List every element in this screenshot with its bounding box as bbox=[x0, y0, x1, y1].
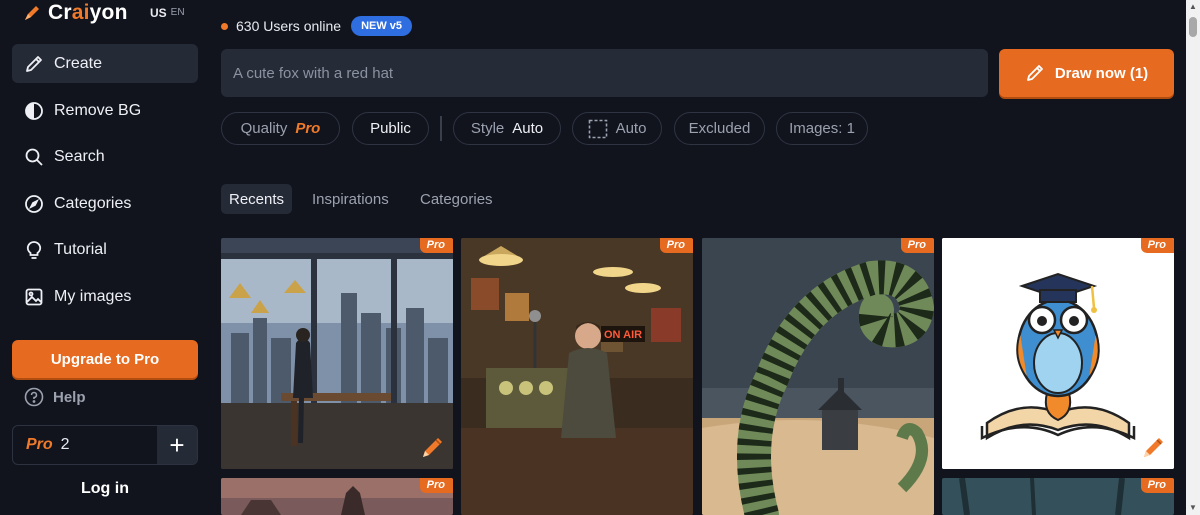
gallery-image-office[interactable]: Pro bbox=[221, 238, 453, 469]
crayon-logo-icon bbox=[25, 6, 39, 20]
images-count-label: Images: 1 bbox=[789, 120, 855, 137]
search-icon bbox=[25, 148, 43, 166]
aspect-ratio-value: Auto bbox=[615, 120, 647, 137]
aspect-ratio-icon bbox=[588, 119, 607, 138]
sidebar-item-label: Create bbox=[54, 54, 103, 72]
sidebar-item-label: Categories bbox=[54, 194, 132, 212]
gallery-image-radio-studio[interactable]: ON AIR Pro bbox=[461, 238, 693, 515]
sidebar-item-categories[interactable]: Categories bbox=[12, 184, 198, 223]
pro-credits-info: Pro 2 bbox=[13, 426, 157, 464]
sidebar-item-label: Search bbox=[54, 147, 105, 165]
logo-text: Craiyon bbox=[48, 1, 128, 24]
quality-option[interactable]: Quality Pro bbox=[221, 112, 340, 145]
sidebar: Craiyon US EN Create Remove BG Search Cat… bbox=[0, 0, 210, 515]
status-bar: 630 Users online NEW v5 bbox=[221, 16, 413, 36]
options-divider bbox=[440, 116, 442, 141]
on-air-sign: ON AIR bbox=[604, 329, 642, 341]
sidebar-item-remove-bg[interactable]: Remove BG bbox=[12, 91, 198, 130]
row2-artwork-4 bbox=[942, 478, 1174, 515]
tab-recents[interactable]: Recents bbox=[221, 184, 293, 214]
page-scrollbar[interactable] bbox=[1186, 0, 1200, 515]
sidebar-item-label: Tutorial bbox=[54, 240, 107, 258]
pro-tag: Pro bbox=[1140, 478, 1174, 493]
pro-label: Pro bbox=[26, 436, 53, 453]
logo[interactable]: Craiyon bbox=[22, 0, 128, 26]
visibility-option[interactable]: Public bbox=[352, 112, 429, 145]
pro-tag: Pro bbox=[659, 238, 693, 253]
edit-pencil-icon[interactable] bbox=[419, 435, 445, 461]
pro-tag: Pro bbox=[419, 478, 453, 493]
gallery-image-tentacle[interactable]: Pro bbox=[702, 238, 934, 515]
sidebar-item-label: Remove BG bbox=[54, 101, 142, 119]
compass-icon bbox=[25, 194, 43, 213]
pro-tag: Pro bbox=[419, 238, 453, 253]
prompt-input[interactable] bbox=[221, 49, 988, 97]
gallery-image-owl[interactable]: Pro bbox=[942, 238, 1174, 469]
add-credits-button[interactable]: + bbox=[157, 426, 197, 464]
gallery-image-row2-1[interactable]: Pro bbox=[221, 478, 453, 515]
quality-value: Pro bbox=[295, 120, 321, 137]
scrollbar-thumb[interactable] bbox=[1189, 17, 1197, 37]
images-count-option[interactable]: Images: 1 bbox=[776, 112, 868, 145]
help-icon bbox=[24, 387, 44, 407]
pro-count: 2 bbox=[60, 436, 70, 453]
locale-switch[interactable]: US EN bbox=[150, 6, 185, 20]
sidebar-item-search[interactable]: Search bbox=[12, 137, 198, 176]
sidebar-item-label: My images bbox=[54, 287, 132, 305]
help-link[interactable]: Help bbox=[24, 387, 86, 407]
gallery-image-row2-4[interactable]: Pro bbox=[942, 478, 1174, 515]
pencil-icon bbox=[1026, 65, 1043, 81]
upgrade-to-pro-button[interactable]: Upgrade to Pro bbox=[12, 340, 198, 378]
style-value: Auto bbox=[512, 120, 544, 137]
visibility-value: Public bbox=[370, 120, 411, 137]
quality-label: Quality bbox=[240, 120, 288, 137]
edit-pencil-icon[interactable] bbox=[1140, 435, 1166, 461]
radio-studio-artwork: ON AIR bbox=[461, 238, 693, 515]
excluded-label: Excluded bbox=[688, 120, 751, 137]
contrast-icon bbox=[25, 101, 43, 120]
sidebar-item-create[interactable]: Create bbox=[12, 44, 198, 83]
draw-now-button[interactable]: Draw now (1) bbox=[999, 49, 1174, 97]
pencil-icon bbox=[26, 55, 42, 72]
users-online: 630 Users online bbox=[236, 18, 342, 34]
locale-us[interactable]: US bbox=[150, 6, 167, 20]
pro-credits: Pro 2 + bbox=[12, 425, 198, 465]
excluded-option[interactable]: Excluded bbox=[674, 112, 765, 145]
sidebar-item-tutorial[interactable]: Tutorial bbox=[12, 230, 198, 269]
scroll-up-icon[interactable]: ▲ bbox=[1189, 3, 1197, 11]
aspect-ratio-option[interactable]: Auto bbox=[572, 112, 662, 145]
style-option[interactable]: Style Auto bbox=[453, 112, 561, 145]
locale-en[interactable]: EN bbox=[171, 7, 185, 18]
help-label: Help bbox=[53, 388, 86, 406]
tab-inspirations[interactable]: Inspirations bbox=[304, 184, 397, 214]
sidebar-item-my-images[interactable]: My images bbox=[12, 277, 198, 316]
scroll-down-icon[interactable]: ▼ bbox=[1189, 504, 1197, 512]
row2-artwork-1 bbox=[221, 478, 453, 515]
pro-tag: Pro bbox=[1140, 238, 1174, 253]
image-icon bbox=[25, 288, 43, 305]
draw-now-label: Draw now (1) bbox=[1054, 64, 1149, 82]
tentacle-artwork bbox=[702, 238, 934, 515]
style-label: Style bbox=[470, 120, 505, 137]
login-button[interactable]: Log in bbox=[12, 480, 198, 506]
tab-categories[interactable]: Categories bbox=[412, 184, 501, 214]
new-version-badge[interactable]: NEW v5 bbox=[351, 16, 413, 36]
pro-tag: Pro bbox=[900, 238, 934, 253]
online-dot bbox=[221, 22, 228, 30]
lightbulb-icon bbox=[26, 240, 42, 259]
